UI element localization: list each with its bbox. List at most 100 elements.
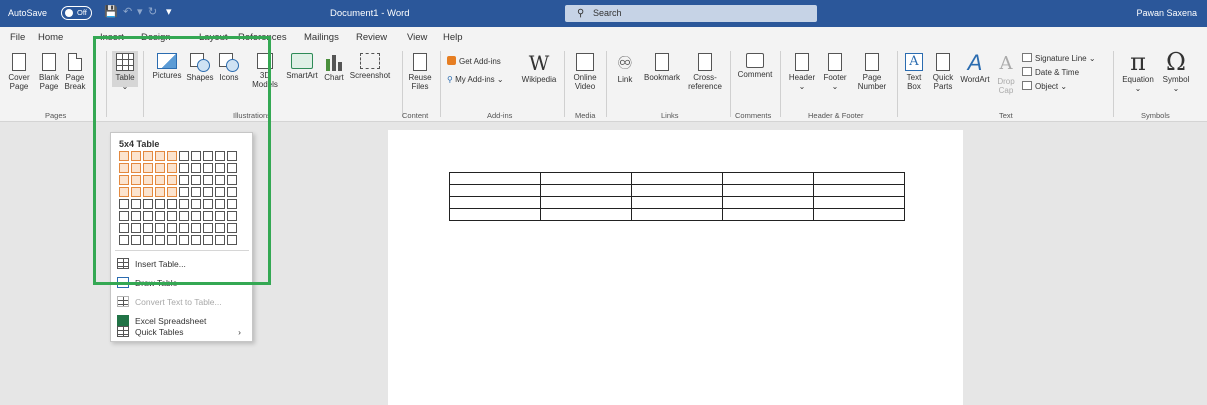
header-label: Header	[788, 73, 816, 82]
footer-icon	[828, 53, 842, 71]
convert-text-item: Convert Text to Table...	[117, 293, 249, 311]
document-table[interactable]	[449, 172, 905, 221]
autosave-toggle[interactable]: Off	[61, 6, 92, 20]
table-cell[interactable]	[631, 208, 723, 221]
table-cell[interactable]	[722, 196, 814, 209]
crossref-label-1: Cross-	[693, 73, 717, 82]
redo-icon[interactable]: ↻	[148, 6, 157, 19]
text-box-icon: A	[905, 53, 923, 71]
table-cell[interactable]	[449, 196, 541, 209]
header-chevron-icon: ⌄	[798, 82, 806, 91]
reuse-label-1: Reuse	[408, 73, 432, 82]
undo-icon[interactable]: ↶	[123, 6, 132, 19]
equation-button[interactable]: π Equation ⌄	[1120, 50, 1156, 93]
tab-home[interactable]: Home	[38, 32, 63, 43]
reuse-files-button[interactable]: Reuse Files	[406, 53, 434, 91]
bookmark-icon	[655, 53, 669, 71]
table-cell[interactable]	[722, 208, 814, 221]
table-cell[interactable]	[631, 196, 723, 209]
table-row	[449, 184, 905, 197]
bookmark-button[interactable]: Bookmark	[640, 53, 684, 82]
link-button[interactable]: ♾ Link	[614, 53, 636, 84]
drop-cap-button[interactable]: A Drop Cap	[995, 53, 1017, 95]
table-cell[interactable]	[813, 208, 905, 221]
footer-label: Footer	[823, 73, 847, 82]
page-number-button[interactable]: Page Number	[852, 53, 892, 91]
footer-button[interactable]: Footer ⌄	[820, 53, 850, 91]
get-addins-button[interactable]: Get Add-ins	[447, 56, 501, 67]
smartart-button[interactable]: SmartArt	[285, 53, 319, 80]
header-button[interactable]: Header ⌄	[786, 53, 818, 91]
customize-toolbar-icon[interactable]: ▾	[166, 6, 172, 19]
group-separator	[1113, 51, 1114, 117]
my-addins-label: My Add-ins	[455, 75, 495, 84]
convert-text-label: Convert Text to Table...	[135, 297, 222, 307]
table-cell[interactable]	[813, 196, 905, 209]
group-separator	[897, 51, 898, 117]
user-name[interactable]: Pawan Saxena	[1136, 8, 1197, 18]
table-cell[interactable]	[722, 172, 814, 185]
link-label: Link	[617, 75, 633, 84]
tab-help[interactable]: Help	[443, 32, 463, 43]
page-number-label-2: Number	[857, 82, 887, 91]
my-addins-button[interactable]: ⚲ My Add-ins ⌄	[447, 74, 504, 85]
signature-line-button[interactable]: Signature Line ⌄	[1022, 53, 1096, 64]
wordart-button[interactable]: A WordArt	[958, 52, 992, 85]
table-cell[interactable]	[449, 172, 541, 185]
table-cell[interactable]	[449, 208, 541, 221]
date-time-button[interactable]: Date & Time	[1022, 67, 1079, 78]
undo-dropdown-icon[interactable]: ▾	[137, 6, 143, 19]
page-break-button[interactable]: Page Break	[64, 53, 86, 91]
quick-tables-item[interactable]: Quick Tables ›	[117, 323, 249, 341]
tab-file[interactable]: File	[10, 32, 25, 43]
online-video-button[interactable]: Online Video	[570, 53, 600, 91]
tab-review[interactable]: Review	[356, 32, 387, 43]
reuse-label-2: Files	[411, 82, 429, 91]
table-cell[interactable]	[631, 184, 723, 197]
table-cell[interactable]	[631, 172, 723, 185]
cross-reference-button[interactable]: Cross- reference	[684, 53, 726, 91]
footer-chevron-icon: ⌄	[831, 82, 839, 91]
table-cell[interactable]	[540, 208, 632, 221]
group-separator	[780, 51, 781, 117]
group-text-label: Text	[999, 111, 1013, 120]
crossref-label-2: reference	[688, 82, 722, 91]
chart-button[interactable]: Chart	[322, 53, 346, 82]
table-cell[interactable]	[449, 184, 541, 197]
convert-text-icon	[117, 296, 129, 307]
group-content-label: Content	[402, 111, 429, 120]
break-label-1: Page	[65, 73, 85, 82]
group-separator	[564, 51, 565, 117]
calendar-icon	[1022, 67, 1032, 76]
tab-mailings[interactable]: Mailings	[304, 32, 339, 43]
equation-chevron-icon: ⌄	[1134, 84, 1142, 93]
blank-page-button[interactable]: Blank Page	[38, 53, 60, 91]
table-cell[interactable]	[540, 172, 632, 185]
blank-page-icon	[42, 53, 56, 71]
header-icon	[795, 53, 809, 71]
screenshot-button[interactable]: Screenshot	[347, 53, 393, 80]
bookmark-label: Bookmark	[643, 73, 680, 82]
table-cell[interactable]	[540, 184, 632, 197]
video-label-2: Video	[574, 82, 596, 91]
symbol-button[interactable]: Ω Symbol ⌄	[1160, 50, 1192, 93]
text-box-button[interactable]: A Text Box	[901, 53, 927, 91]
object-button[interactable]: Object ⌄	[1022, 81, 1067, 92]
wikipedia-button[interactable]: W Wikipedia	[520, 53, 558, 84]
search-box[interactable]: ⚲ Search	[565, 5, 817, 22]
quick-tables-label: Quick Tables	[135, 327, 184, 337]
comment-button[interactable]: Comment	[734, 53, 776, 79]
document-page[interactable]	[388, 130, 963, 405]
page-number-icon	[865, 53, 879, 71]
table-cell[interactable]	[813, 184, 905, 197]
table-row	[449, 208, 905, 221]
drop-cap-icon: A	[999, 53, 1013, 74]
save-icon[interactable]: 💾	[104, 6, 118, 19]
quick-parts-button[interactable]: Quick Parts	[930, 53, 956, 91]
table-cell[interactable]	[722, 184, 814, 197]
tab-view[interactable]: View	[407, 32, 427, 43]
group-pages-label: Pages	[45, 111, 67, 120]
cover-page-button[interactable]: Cover Page	[8, 53, 30, 91]
table-cell[interactable]	[813, 172, 905, 185]
table-cell[interactable]	[540, 196, 632, 209]
